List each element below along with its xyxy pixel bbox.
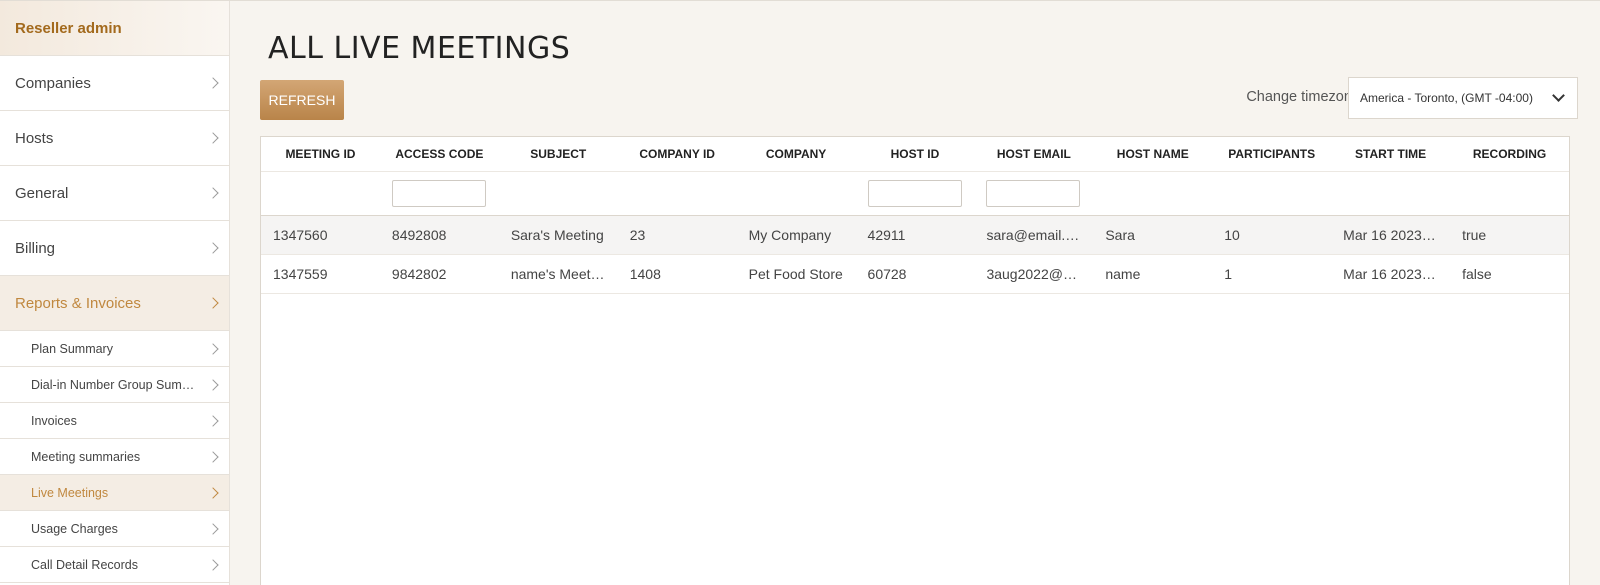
table-cell: 60728	[855, 254, 975, 294]
chevron-right-icon	[207, 77, 219, 89]
host-email-filter-input[interactable]	[986, 179, 1081, 207]
sidebar-item-label: Hosts	[15, 129, 54, 147]
sidebar-subitem-label: Dial-in Number Group Summary	[31, 377, 196, 392]
sidebar-item-label: Companies	[15, 74, 91, 92]
sidebar-item-label: Billing	[15, 239, 56, 257]
sidebar-subitem-usage-charges[interactable]: Usage Charges	[0, 511, 229, 547]
column-header-participants[interactable]: PARTICIPANTS	[1212, 137, 1332, 172]
table-cell: 1	[1212, 254, 1332, 294]
table-cell: Pet Food Store	[736, 254, 856, 294]
sidebar-subitem-live-meetings[interactable]: Live Meetings	[0, 475, 229, 511]
column-header-start-time[interactable]: START TIME	[1331, 137, 1451, 172]
page-title: ALL LIVE MEETINGS	[268, 31, 571, 66]
table-cell: Sara's Meeting	[498, 215, 618, 255]
sidebar: Reseller admin Companies Hosts General B…	[0, 1, 230, 585]
chevron-right-icon	[207, 378, 219, 391]
table-header-row: MEETING ID ACCESS CODE SUBJECT COMPANY I…	[261, 137, 1569, 172]
table-cell: 1408	[617, 254, 737, 294]
column-header-meeting-id[interactable]: MEETING ID	[261, 137, 380, 172]
column-header-host-id[interactable]: HOST ID	[855, 137, 975, 172]
sidebar-header: Reseller admin	[0, 1, 229, 56]
sidebar-subitem-plan-summary[interactable]: Plan Summary	[0, 331, 229, 367]
timezone-select[interactable]: America - Toronto, (GMT -04:00)	[1348, 77, 1578, 119]
table-cell: 9842802	[379, 254, 499, 294]
sidebar-subitem-label: Plan Summary	[31, 341, 113, 356]
chevron-down-icon	[1552, 89, 1565, 102]
table-cell: false	[1450, 254, 1569, 294]
sidebar-subitem-label: Usage Charges	[31, 521, 118, 536]
timezone-value: America - Toronto, (GMT -04:00)	[1360, 91, 1533, 105]
table-cell: 10	[1212, 215, 1332, 255]
sidebar-item-label: Reports & Invoices	[15, 294, 141, 312]
column-header-subject[interactable]: SUBJECT	[498, 137, 618, 172]
table-cell: true	[1450, 215, 1569, 255]
meeting-id-link[interactable]: 1347559	[261, 254, 380, 294]
sidebar-item-general[interactable]: General	[0, 166, 229, 221]
access-code-filter-input[interactable]	[391, 179, 486, 207]
meetings-table-container: MEETING ID ACCESS CODE SUBJECT COMPANY I…	[260, 136, 1570, 585]
sidebar-subitem-label: Call Detail Records	[31, 557, 138, 572]
column-header-company-id[interactable]: COMPANY ID	[617, 137, 737, 172]
table-cell: 3aug2022@email.com	[974, 254, 1094, 294]
sidebar-item-hosts[interactable]: Hosts	[0, 111, 229, 166]
sidebar-subitem-invoices[interactable]: Invoices	[0, 403, 229, 439]
column-header-company[interactable]: COMPANY	[736, 137, 856, 172]
table-cell: My Company	[736, 215, 856, 255]
table-cell: Mar 16 2023 10:00	[1331, 254, 1451, 294]
column-header-host-email[interactable]: HOST EMAIL	[974, 137, 1094, 172]
column-header-access-code[interactable]: ACCESS CODE	[379, 137, 499, 172]
table-row: 1347560 8492808 Sara's Meeting 23 My Com…	[261, 215, 1569, 255]
timezone-label: Change timezone	[1246, 89, 1360, 105]
chevron-right-icon	[207, 342, 219, 355]
chevron-right-icon	[207, 297, 219, 309]
sidebar-subitem-dial-in-summary[interactable]: Dial-in Number Group Summary	[0, 367, 229, 403]
sidebar-item-billing[interactable]: Billing	[0, 221, 229, 276]
table-cell: 23	[617, 215, 737, 255]
meeting-id-link[interactable]: 1347560	[261, 215, 380, 255]
table-cell: name's Meeting	[498, 254, 618, 294]
sidebar-subitem-label: Meeting summaries	[31, 449, 141, 464]
column-header-recording[interactable]: RECORDING	[1450, 137, 1569, 172]
meetings-table: MEETING ID ACCESS CODE SUBJECT COMPANY I…	[261, 137, 1569, 294]
refresh-button[interactable]: REFRESH	[260, 80, 344, 120]
chevron-right-icon	[207, 450, 219, 463]
table-row: 1347559 9842802 name's Meeting 1408 Pet …	[261, 254, 1569, 294]
chevron-right-icon	[207, 414, 219, 427]
table-cell: Sara	[1093, 215, 1213, 255]
chevron-right-icon	[207, 187, 219, 199]
chevron-right-icon	[207, 522, 219, 535]
chevron-right-icon	[207, 242, 219, 254]
table-cell: Mar 16 2023 10:00	[1331, 215, 1451, 255]
sidebar-subitem-call-detail-records[interactable]: Call Detail Records	[0, 547, 229, 583]
sidebar-item-label: General	[15, 184, 69, 202]
host-id-filter-input[interactable]	[867, 179, 962, 207]
chevron-right-icon	[207, 486, 219, 499]
table-cell: 8492808	[379, 215, 499, 255]
filter-row	[261, 171, 1569, 216]
chevron-right-icon	[207, 132, 219, 144]
sidebar-subitem-label: Invoices	[31, 413, 77, 428]
sidebar-item-companies[interactable]: Companies	[0, 56, 229, 111]
chevron-right-icon	[207, 558, 219, 571]
column-header-host-name[interactable]: HOST NAME	[1093, 137, 1213, 172]
sidebar-item-reports-invoices[interactable]: Reports & Invoices	[0, 276, 229, 331]
table-cell: 42911	[855, 215, 975, 255]
table-cell: sara@email.com	[974, 215, 1094, 255]
sidebar-subitem-meeting-summaries[interactable]: Meeting summaries	[0, 439, 229, 475]
table-cell: name	[1093, 254, 1213, 294]
main-content: ALL LIVE MEETINGS REFRESH Change timezon…	[231, 1, 1600, 585]
sidebar-subitem-label: Live Meetings	[31, 485, 109, 500]
